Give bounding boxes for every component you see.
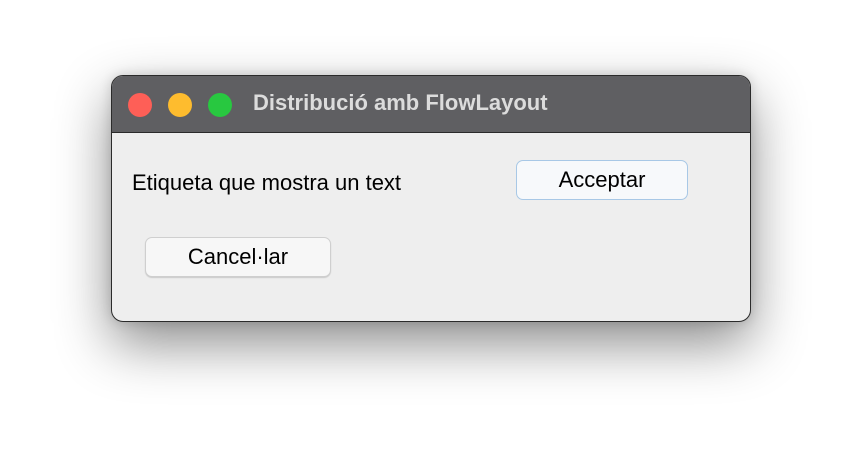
text-label: Etiqueta que mostra un text (132, 170, 402, 195)
window-title: Distribució amb FlowLayout (253, 90, 548, 115)
close-window-button[interactable] (128, 93, 152, 117)
minimize-window-button[interactable] (168, 93, 192, 117)
maximize-window-button[interactable] (208, 93, 232, 117)
cancel-button[interactable]: Cancel·lar (145, 237, 331, 277)
accept-button[interactable]: Acceptar (516, 160, 688, 200)
title-bar[interactable]: Distribució amb FlowLayout (112, 76, 750, 133)
app-window: Distribució amb FlowLayout Etiqueta que … (111, 75, 751, 322)
